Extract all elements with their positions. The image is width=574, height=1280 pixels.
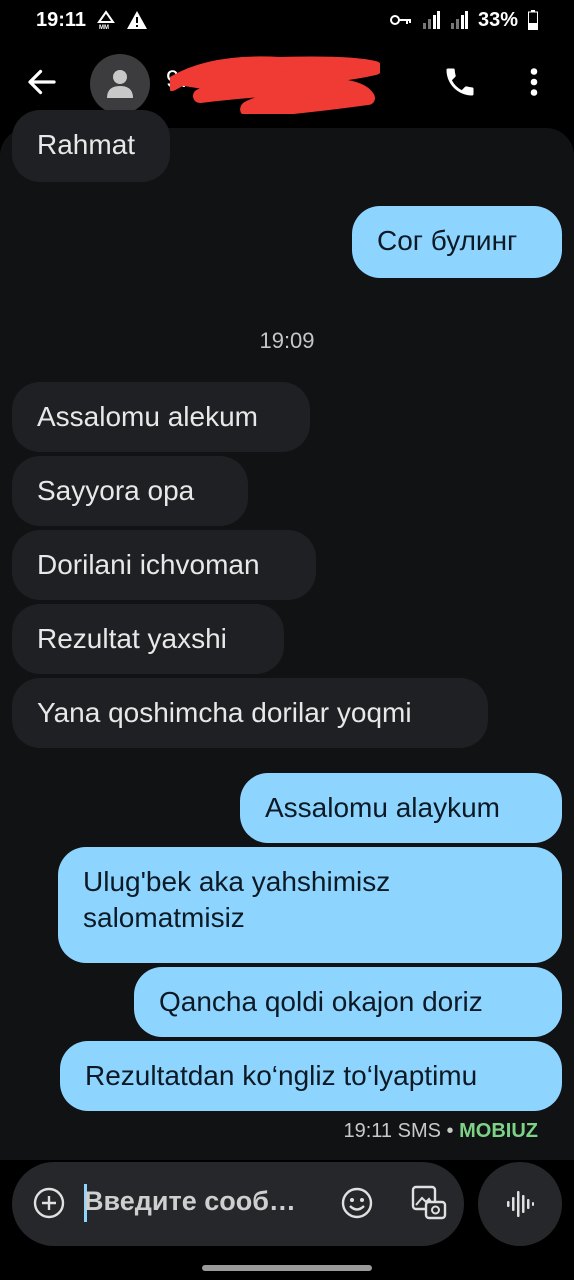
vpn-key-icon: [389, 15, 411, 25]
message-text-line: Ulug'bek aka yahshimisz: [83, 866, 391, 897]
message-bubble[interactable]: Dorilani ichvoman: [12, 530, 316, 600]
message-text: Dorilani ichvoman: [37, 549, 260, 580]
status-type: SMS: [397, 1120, 441, 1142]
gallery-icon[interactable]: [410, 1184, 448, 1222]
message-text: Sayyora opa: [37, 475, 195, 506]
back-arrow-icon[interactable]: [24, 64, 60, 100]
carrier-label: MOBIUZ: [459, 1120, 538, 1142]
message-text: Сог булинг: [377, 225, 518, 256]
status-separator: •: [446, 1120, 454, 1142]
message-bubble[interactable]: Rahmat: [12, 110, 170, 182]
message-text: Rezultat yaxshi: [37, 623, 227, 654]
message-bubble[interactable]: Ulug'bek aka yahshimisz salomatmisiz: [58, 847, 562, 963]
home-indicator[interactable]: [202, 1265, 372, 1271]
message-bubble[interactable]: Rezultat yaxshi: [12, 604, 284, 674]
status-time: 19:11: [343, 1120, 393, 1142]
message-status: 19:11 SMS • MOBIUZ: [343, 1120, 538, 1143]
avatar-person-icon: [107, 70, 133, 98]
message-text: Assalomu alaykum: [265, 792, 500, 823]
message-text: Yana qoshimcha dorilar yoqmi: [37, 697, 412, 728]
warning-icon: [127, 11, 148, 29]
emoji-icon[interactable]: [340, 1186, 374, 1220]
voice-waveform-icon: [507, 1191, 534, 1217]
message-bubble[interactable]: Assalomu alaykum: [240, 773, 562, 843]
more-vert-icon[interactable]: [516, 64, 552, 100]
message-bubble[interactable]: Rezultatdan ko‘ngliz to‘lyaptimu: [60, 1041, 562, 1111]
message-bubble[interactable]: Assalomu alekum: [12, 382, 310, 452]
voice-message-button[interactable]: [478, 1162, 562, 1246]
phone-icon[interactable]: [442, 64, 478, 100]
message-text-line: salomatmisiz: [83, 902, 245, 933]
status-time: 19:11: [36, 8, 87, 31]
redaction-scribble: [170, 56, 380, 114]
message-bubble[interactable]: Sayyora opa: [12, 456, 248, 526]
mm-network-icon: MM: [97, 10, 115, 30]
contact-avatar[interactable]: [90, 54, 150, 114]
signal-icon: [422, 11, 440, 29]
message-bubble[interactable]: Сог булинг: [352, 206, 562, 278]
battery-percent: 33%: [477, 8, 518, 31]
message-text: Qancha qoldi okajon doriz: [159, 986, 483, 1017]
battery-icon: [528, 10, 538, 30]
message-text: Rahmat: [37, 129, 136, 160]
svg-text:MM: MM: [99, 25, 109, 30]
add-circle-icon[interactable]: [32, 1186, 66, 1220]
message-input[interactable]: Введите сооб…: [84, 1186, 296, 1217]
status-bar: 19:11 MM 33%: [0, 0, 574, 40]
message-text: Rezultatdan ko‘ngliz to‘lyaptimu: [85, 1060, 478, 1091]
message-text: Assalomu alekum: [37, 401, 258, 432]
signal-icon: [450, 11, 468, 29]
message-timestamp: 19:09: [259, 328, 315, 353]
message-bubble[interactable]: Qancha qoldi okajon doriz: [134, 967, 562, 1037]
message-bubble[interactable]: Yana qoshimcha dorilar yoqmi: [12, 678, 488, 748]
